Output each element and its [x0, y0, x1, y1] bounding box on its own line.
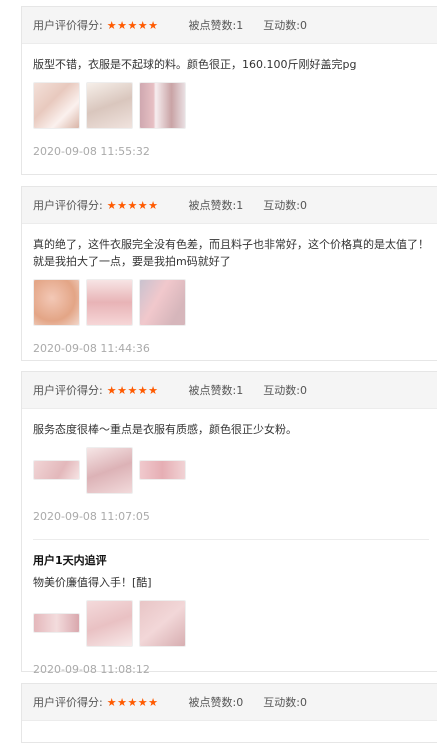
- review-body: 服务态度很棒～重点是衣服有质感，颜色很正少女粉。 2020-09-08 11:0…: [22, 409, 437, 682]
- review-image[interactable]: [86, 599, 133, 647]
- review-date: 2020-09-08 11:07:05: [33, 510, 150, 523]
- review-header: 用户评价得分: ★★★★★ 被点赞数:1 互动数:0: [22, 187, 437, 224]
- review-body: 真的绝了，这件衣服完全没有色差，而且料子也非常好，这个价格真的是太值了！就是我拍…: [22, 224, 437, 361]
- review-text: 版型不错，衣服是不起球的料。颜色很正，160.100斤刚好盖完pg: [33, 58, 357, 71]
- review-image[interactable]: [139, 81, 186, 129]
- review-card: 用户评价得分: ★★★★★ 被点赞数:1 互动数:0 真的绝了，这件衣服完全没有…: [21, 186, 437, 361]
- review-header: 用户评价得分: ★★★★★ 被点赞数:1 互动数:0: [22, 7, 437, 44]
- followup-text: 物美价廉值得入手！[酷]: [33, 576, 152, 589]
- review-image[interactable]: [86, 446, 133, 494]
- likes-count: 被点赞数:1: [188, 384, 244, 397]
- star-rating: ★★★★★: [106, 383, 159, 397]
- review-text: 真的绝了，这件衣服完全没有色差，而且料子也非常好，这个价格真的是太值了！就是我拍…: [33, 238, 429, 268]
- review-image[interactable]: [139, 599, 186, 647]
- star-rating: ★★★★★: [106, 695, 159, 709]
- review-image[interactable]: [139, 460, 186, 480]
- likes-count: 被点赞数:1: [188, 199, 244, 212]
- review-text: 服务态度很棒～重点是衣服有质感，颜色很正少女粉。: [33, 423, 297, 436]
- review-image[interactable]: [86, 278, 133, 326]
- review-card: 用户评价得分: ★★★★★ 被点赞数:0 互动数:0: [21, 683, 437, 743]
- review-date: 2020-09-08 11:55:32: [33, 145, 150, 158]
- review-card: 用户评价得分: ★★★★★ 被点赞数:1 互动数:0 服务态度很棒～重点是衣服有…: [21, 371, 437, 676]
- review-header: 用户评价得分: ★★★★★ 被点赞数:1 互动数:0: [22, 372, 437, 409]
- review-images: [33, 278, 429, 326]
- review-date: 2020-09-08 11:44:36: [33, 342, 150, 355]
- followup-title: 用户1天内追评: [33, 554, 107, 567]
- review-image[interactable]: [86, 81, 133, 129]
- interactions-count: 互动数:0: [263, 696, 307, 709]
- review-body: 版型不错，衣服是不起球的料。颜色很正，160.100斤刚好盖完pg 2020-0…: [22, 44, 437, 164]
- review-image[interactable]: [139, 278, 186, 326]
- likes-count: 被点赞数:1: [188, 19, 244, 32]
- score-label: 用户评价得分:: [33, 19, 103, 32]
- review-image[interactable]: [33, 278, 80, 326]
- star-rating: ★★★★★: [106, 18, 159, 32]
- star-rating: ★★★★★: [106, 198, 159, 212]
- interactions-count: 互动数:0: [263, 199, 307, 212]
- review-image[interactable]: [33, 81, 80, 129]
- score-label: 用户评价得分:: [33, 384, 103, 397]
- score-label: 用户评价得分:: [33, 696, 103, 709]
- interactions-count: 互动数:0: [263, 384, 307, 397]
- followup-date: 2020-09-08 11:08:12: [33, 663, 150, 676]
- review-image[interactable]: [33, 613, 80, 633]
- review-list: 用户评价得分: ★★★★★ 被点赞数:1 互动数:0 版型不错，衣服是不起球的料…: [0, 0, 437, 743]
- likes-count: 被点赞数:0: [188, 696, 244, 709]
- review-image[interactable]: [33, 460, 80, 480]
- interactions-count: 互动数:0: [263, 19, 307, 32]
- followup-images: [33, 599, 429, 647]
- score-label: 用户评价得分:: [33, 199, 103, 212]
- review-header: 用户评价得分: ★★★★★ 被点赞数:0 互动数:0: [22, 684, 437, 721]
- review-card: 用户评价得分: ★★★★★ 被点赞数:1 互动数:0 版型不错，衣服是不起球的料…: [21, 6, 437, 175]
- review-images: [33, 446, 429, 494]
- divider: [33, 539, 429, 540]
- review-images: [33, 81, 429, 129]
